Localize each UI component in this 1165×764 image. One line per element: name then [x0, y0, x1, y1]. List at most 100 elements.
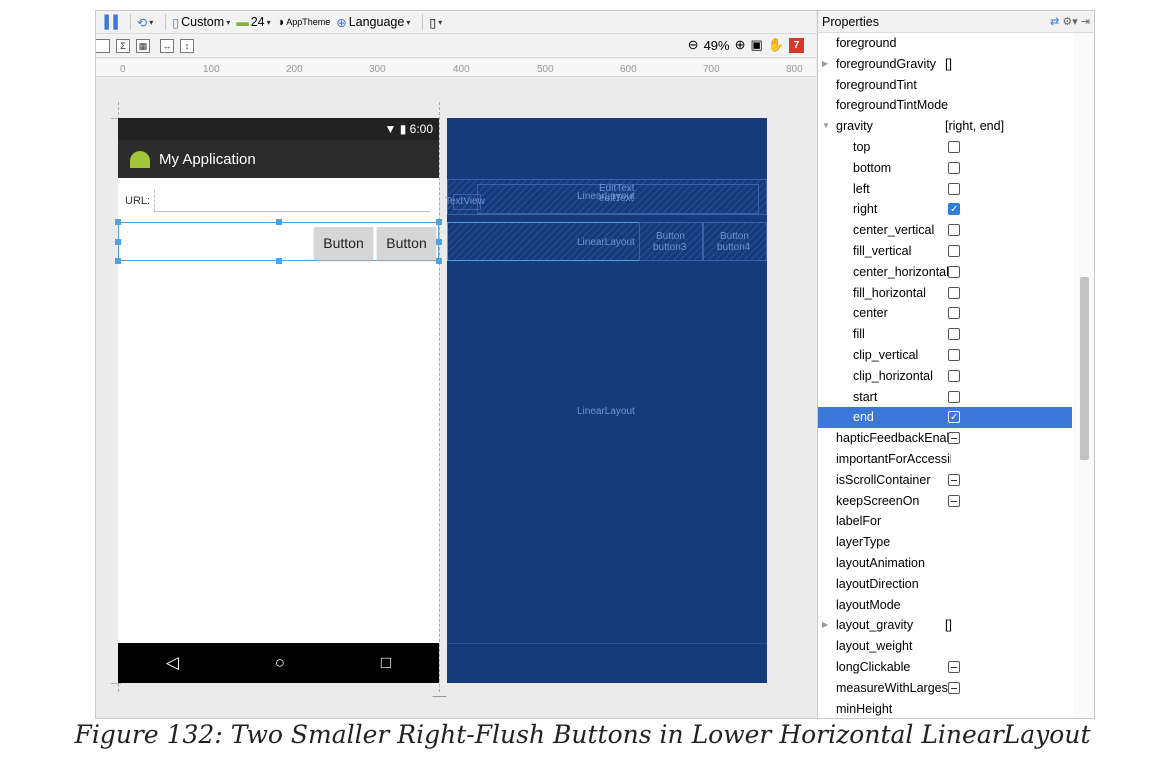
property-value[interactable]: []: [945, 615, 952, 636]
design-preview[interactable]: ▼ ▮ 6:00 My Application URL: Button Butt…: [115, 118, 442, 683]
pan-hand-icon[interactable]: ✋: [768, 37, 784, 53]
gear-icon[interactable]: ⚙▾: [1062, 16, 1077, 28]
property-row[interactable]: measureWithLargestChild: [818, 678, 1072, 699]
property-row[interactable]: foregroundTint: [818, 75, 1072, 96]
scrollbar-thumb[interactable]: [1080, 277, 1089, 460]
property-row[interactable]: end: [818, 407, 1072, 429]
layout-variants-icon[interactable]: ▐▐: [100, 15, 118, 29]
property-row[interactable]: ▶ layout_gravity []: [818, 615, 1072, 636]
error-count-badge[interactable]: 7: [789, 37, 804, 53]
property-checkbox[interactable]: [948, 390, 960, 403]
theme-menu[interactable]: ◑ AppTheme: [277, 15, 331, 29]
property-value[interactable]: []: [945, 54, 952, 75]
swap-view-icon[interactable]: ⇄: [1050, 16, 1059, 28]
property-row[interactable]: bottom: [818, 158, 1072, 179]
property-checkbox[interactable]: [948, 140, 960, 153]
design-canvas[interactable]: ▼ ▮ 6:00 My Application URL: Button Butt…: [96, 77, 816, 718]
property-row[interactable]: right: [818, 199, 1072, 220]
expand-vertical-icon[interactable]: ↕: [180, 38, 194, 53]
property-row[interactable]: ▼ gravity [right, end]: [818, 116, 1072, 137]
property-checkbox[interactable]: [948, 224, 960, 237]
property-row[interactable]: keepScreenOn: [818, 491, 1072, 512]
property-row[interactable]: clip_horizontal: [818, 366, 1072, 387]
property-checkbox[interactable]: [948, 473, 960, 486]
property-row[interactable]: foregroundTintMode: [818, 95, 1072, 116]
property-row[interactable]: layoutDirection: [818, 574, 1072, 595]
property-checkbox[interactable]: [948, 182, 960, 195]
property-row[interactable]: fill_horizontal: [818, 283, 1072, 304]
property-value[interactable]: [right, end]: [945, 116, 1004, 137]
property-checkbox[interactable]: [948, 681, 960, 694]
resize-handle[interactable]: [115, 239, 121, 245]
property-row[interactable]: center: [818, 303, 1072, 324]
collapsed-arrow-icon[interactable]: ▶: [822, 615, 828, 636]
resize-handle[interactable]: [276, 258, 282, 264]
property-row[interactable]: layoutMode: [818, 595, 1072, 616]
property-row[interactable]: layout_weight: [818, 636, 1072, 657]
property-row[interactable]: layoutAnimation: [818, 553, 1072, 574]
property-row[interactable]: fill: [818, 324, 1072, 345]
property-row[interactable]: layerType: [818, 532, 1072, 553]
blueprint-view[interactable]: LinearLayout TextView EditText editText …: [445, 118, 767, 683]
property-row[interactable]: clip_vertical: [818, 345, 1072, 366]
home-icon[interactable]: ○: [275, 653, 285, 673]
property-row[interactable]: fill_vertical: [818, 241, 1072, 262]
sum-icon[interactable]: Σ: [116, 38, 130, 53]
device-frame-menu[interactable]: ▯ ▾: [429, 15, 442, 30]
property-checkbox[interactable]: [948, 307, 960, 320]
resize-handle[interactable]: [115, 258, 121, 264]
url-edittext[interactable]: [154, 190, 430, 212]
property-row[interactable]: hapticFeedbackEnabled: [818, 428, 1072, 449]
property-checkbox[interactable]: [948, 265, 960, 278]
property-checkbox[interactable]: [948, 494, 960, 507]
property-checkbox[interactable]: [948, 244, 960, 257]
resize-handle[interactable]: [276, 219, 282, 225]
resize-handle[interactable]: [436, 239, 442, 245]
property-row[interactable]: foreground: [818, 33, 1072, 54]
api-level-menu[interactable]: ▬ 24 ▾: [236, 15, 270, 29]
resize-handle[interactable]: [115, 219, 121, 225]
property-checkbox[interactable]: [948, 328, 960, 341]
expand-horizontal-icon[interactable]: ↔: [160, 38, 174, 53]
theme-icon: ◑: [276, 15, 285, 29]
property-row[interactable]: isScrollContainer: [818, 470, 1072, 491]
resize-handle[interactable]: [436, 258, 442, 264]
property-checkbox[interactable]: [948, 408, 960, 428]
blueprint-icon[interactable]: ▦: [136, 38, 150, 53]
property-row[interactable]: importantForAccessibility: [818, 449, 1072, 470]
property-row[interactable]: minHeight: [818, 699, 1072, 719]
collapsed-arrow-icon[interactable]: ▶: [822, 54, 828, 75]
property-checkbox[interactable]: [948, 161, 960, 174]
button-2[interactable]: Button: [377, 227, 436, 260]
button-row-linearlayout[interactable]: Button Button: [115, 219, 442, 264]
expanded-arrow-icon[interactable]: ▼: [822, 116, 830, 137]
recents-icon[interactable]: □: [381, 653, 391, 673]
zoom-in-icon[interactable]: ⊕: [735, 37, 746, 53]
property-checkbox[interactable]: [948, 369, 960, 382]
property-row[interactable]: ▶ foregroundGravity []: [818, 54, 1072, 75]
property-row[interactable]: longClickable: [818, 657, 1072, 678]
show-design-icon[interactable]: [96, 38, 110, 53]
property-checkbox[interactable]: [948, 286, 960, 299]
property-row[interactable]: top: [818, 137, 1072, 158]
property-row[interactable]: labelFor: [818, 511, 1072, 532]
orientation-menu[interactable]: ⟲ ▾: [137, 15, 154, 30]
zoom-out-icon[interactable]: ⊖: [688, 37, 699, 53]
device-menu[interactable]: ▯ Custom ▾: [172, 15, 230, 30]
back-icon[interactable]: ◁: [166, 653, 179, 673]
property-checkbox[interactable]: [948, 432, 960, 445]
properties-scrollbar[interactable]: [1073, 33, 1094, 718]
button-1[interactable]: Button: [314, 227, 373, 260]
resize-corner-icon[interactable]: [432, 683, 460, 697]
property-checkbox[interactable]: [948, 348, 960, 361]
property-checkbox[interactable]: [948, 660, 960, 673]
resize-handle[interactable]: [436, 219, 442, 225]
property-row[interactable]: start: [818, 387, 1072, 408]
property-checkbox[interactable]: [948, 200, 960, 220]
language-menu[interactable]: ⊕ Language ▾: [336, 15, 410, 30]
fit-screen-icon[interactable]: ▣: [751, 37, 763, 53]
property-row[interactable]: center_horizontal: [818, 262, 1072, 283]
property-row[interactable]: left: [818, 179, 1072, 200]
hide-panel-icon[interactable]: ⇥: [1081, 16, 1090, 28]
property-row[interactable]: center_vertical: [818, 220, 1072, 241]
